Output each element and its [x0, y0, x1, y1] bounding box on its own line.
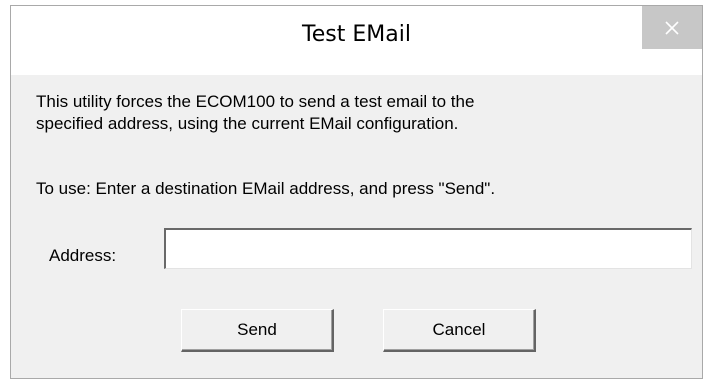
description-line-1: This utility forces the ECOM100 to send …	[36, 92, 475, 111]
address-input[interactable]	[164, 228, 692, 269]
cancel-button[interactable]: Cancel	[383, 309, 536, 352]
send-button[interactable]: Send	[181, 309, 334, 352]
instructions-text: To use: Enter a destination EMail addres…	[36, 179, 496, 198]
address-label: Address:	[49, 246, 117, 265]
test-email-dialog: Test EMail This utility forces the ECOM1…	[10, 5, 703, 379]
close-icon	[664, 20, 680, 36]
title-bar: Test EMail	[11, 6, 702, 75]
window-title: Test EMail	[302, 22, 411, 47]
description-line-2: specified address, using the current EMa…	[36, 114, 459, 133]
description-text: This utility forces the ECOM100 to send …	[36, 91, 474, 135]
close-button[interactable]	[642, 6, 702, 49]
